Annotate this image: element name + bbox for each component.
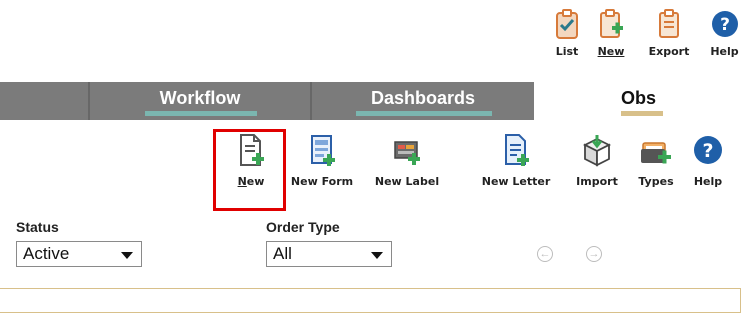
status-select[interactable]: Active: [16, 241, 142, 267]
import-button[interactable]: Import: [568, 133, 626, 188]
next-icon[interactable]: →: [586, 246, 602, 262]
highlight-box: [213, 129, 286, 211]
tab-obs-underline: [621, 111, 663, 116]
tab-dashboards-underline: [356, 111, 492, 116]
new-label-top: New: [597, 45, 625, 58]
tab-dashboards-label: Dashboards: [370, 88, 476, 108]
chevron-down-icon: [121, 252, 133, 259]
new-form-button[interactable]: New Form: [286, 133, 358, 188]
import-label: Import: [576, 175, 618, 188]
new-label-icon: [394, 141, 420, 165]
new-form-icon: [311, 135, 335, 166]
svg-text:?: ?: [720, 15, 730, 35]
status-label: Status: [16, 219, 59, 235]
list-label: List: [555, 45, 579, 58]
order-type-select[interactable]: All: [266, 241, 392, 267]
previous-icon[interactable]: ←: [537, 246, 553, 262]
new-label-button[interactable]: New Label: [369, 133, 445, 188]
svg-text:?: ?: [702, 140, 713, 162]
help-icon: ?: [694, 136, 722, 164]
tab-dashboards[interactable]: Dashboards: [312, 82, 534, 120]
tab-obs[interactable]: Obs: [534, 82, 743, 120]
types-icon: [641, 142, 671, 164]
chevron-down-icon: [371, 252, 383, 259]
types-button[interactable]: Types: [631, 133, 681, 188]
new-letter-icon: [505, 134, 529, 166]
help-button-top[interactable]: ? Help: [706, 8, 743, 58]
help-icon-top: ?: [711, 11, 738, 37]
new-button-top[interactable]: New: [594, 8, 628, 58]
status-value: Active: [23, 244, 70, 263]
help-label: Help: [693, 175, 723, 188]
order-type-label: Order Type: [266, 219, 340, 235]
list-icon: [556, 9, 578, 39]
export-button[interactable]: Export: [642, 8, 696, 58]
new-icon: [600, 9, 623, 38]
new-form-label: New Form: [290, 175, 354, 188]
help-button[interactable]: ? Help: [688, 133, 728, 188]
import-icon: [582, 135, 612, 167]
export-label: Export: [648, 45, 690, 58]
tab-workflow-underline: [145, 111, 257, 116]
new-letter-label: New Letter: [481, 175, 551, 188]
tab-workflow[interactable]: Workflow: [90, 82, 310, 120]
tab-workflow-label: Workflow: [159, 88, 241, 108]
content-row: [0, 288, 741, 313]
order-type-value: All: [273, 244, 292, 263]
tab-obs-label: Obs: [620, 88, 656, 108]
help-label-top: Help: [710, 45, 739, 58]
new-letter-button[interactable]: New Letter: [473, 133, 559, 188]
types-label: Types: [638, 175, 674, 188]
export-icon: [659, 9, 679, 38]
list-button[interactable]: List: [550, 8, 584, 58]
new-label-label: New Label: [374, 175, 440, 188]
